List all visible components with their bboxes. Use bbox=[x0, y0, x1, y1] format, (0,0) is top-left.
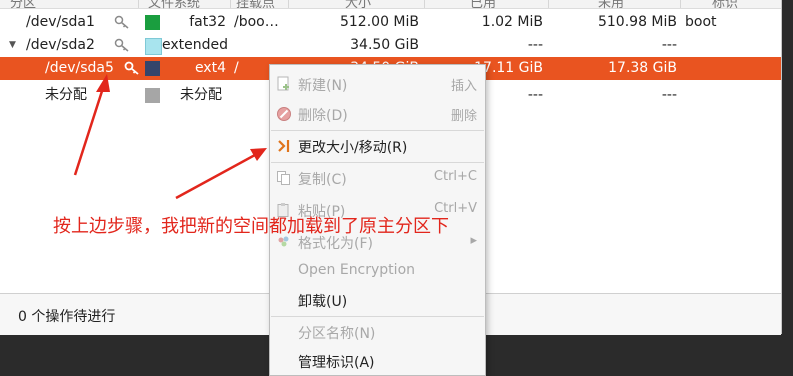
annotation-note: 按上边步骤，我把新的空间都加载到了原主分区下 bbox=[53, 216, 449, 237]
annotation-arrows bbox=[73, 74, 267, 200]
arrowhead-right bbox=[250, 148, 267, 161]
arrow-to-resize-menu bbox=[175, 153, 256, 200]
arrow-to-partition bbox=[73, 87, 105, 176]
arrowhead-up bbox=[96, 74, 110, 92]
